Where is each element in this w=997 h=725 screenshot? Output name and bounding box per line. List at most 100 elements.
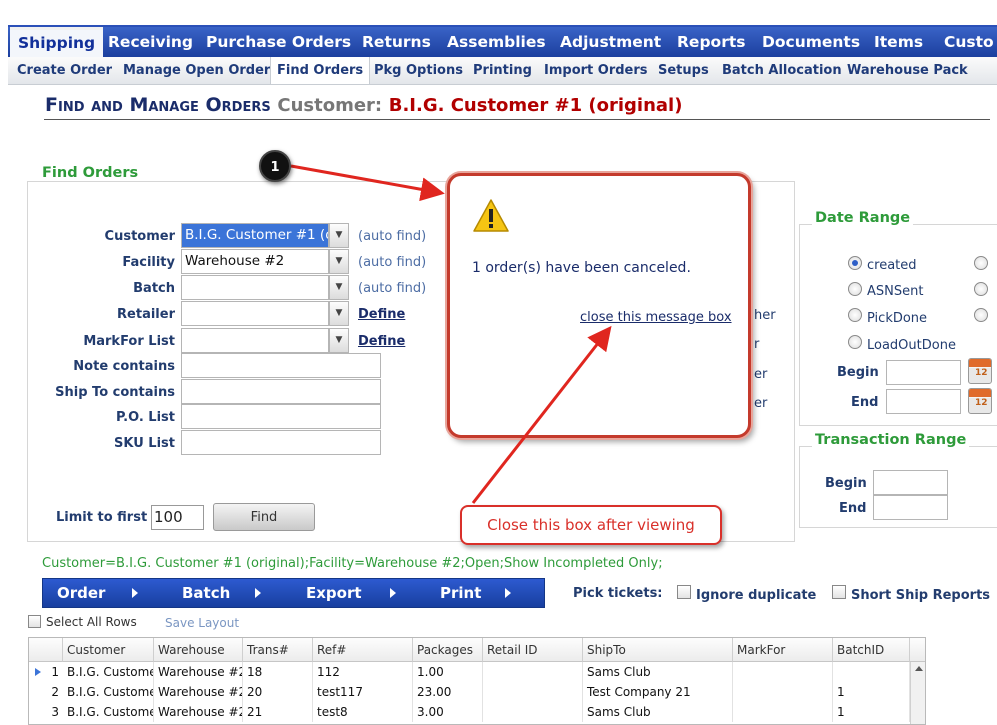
sub-nav-create-order[interactable]: Create Order	[17, 57, 112, 84]
grid-header-customer[interactable]: Customer	[63, 638, 154, 662]
top-nav-documents[interactable]: Documents	[762, 27, 860, 57]
radio-extra-3[interactable]	[974, 308, 988, 322]
top-nav-shipping[interactable]: Shipping	[10, 27, 104, 57]
radio-asnsent[interactable]	[848, 282, 862, 296]
top-nav-purchase-orders[interactable]: Purchase Orders	[206, 27, 351, 57]
retailer-select[interactable]	[181, 301, 329, 326]
batch-dropdown-button[interactable]: ▼	[329, 275, 349, 300]
retailer-dropdown-button[interactable]: ▼	[329, 301, 349, 326]
calendar-icon[interactable]	[968, 358, 992, 384]
sub-nav-warehouse-pack[interactable]: Warehouse Pack	[847, 57, 968, 84]
transaction-begin-input[interactable]	[873, 470, 948, 495]
radio-extra-1[interactable]	[974, 256, 988, 270]
date-begin-input[interactable]	[886, 360, 961, 385]
note-contains-input[interactable]	[181, 353, 381, 378]
radio-created-label: created	[867, 258, 917, 273]
date-begin-label: Begin	[837, 365, 879, 380]
hidden-label-4: er	[754, 396, 768, 411]
limit-input[interactable]: 100	[151, 505, 204, 530]
save-layout-link[interactable]: Save Layout	[165, 616, 239, 630]
top-nav-reports[interactable]: Reports	[677, 27, 745, 57]
grid-header-markfor[interactable]: MarkFor	[733, 638, 833, 662]
transaction-range-legend: Transaction Range	[812, 432, 970, 448]
facility-dropdown-button[interactable]: ▼	[329, 249, 349, 274]
ignore-duplicate-checkbox[interactable]	[677, 585, 691, 599]
grid-header-warehouse[interactable]: Warehouse	[154, 638, 243, 662]
transaction-end-input[interactable]	[873, 495, 948, 520]
action-bar: Order Batch Export Print	[42, 578, 545, 608]
grid-header-trans[interactable]: Trans#	[243, 638, 313, 662]
radio-loadoutdone[interactable]	[848, 335, 862, 349]
sub-nav-import-orders[interactable]: Import Orders	[544, 57, 648, 84]
table-row[interactable]: 3 B.I.G. Custome Warehouse #2 21 test8 3…	[29, 702, 910, 722]
markfor-select[interactable]	[181, 328, 329, 353]
customer-dropdown-button[interactable]: ▼	[329, 223, 349, 248]
step-badge: 1	[259, 150, 291, 182]
cell-customer: B.I.G. Custome	[63, 702, 154, 722]
retailer-define-link[interactable]: Define	[358, 307, 405, 322]
batch-select[interactable]	[181, 275, 329, 300]
grid-scrollbar[interactable]	[910, 662, 925, 724]
po-list-input[interactable]	[181, 404, 381, 429]
grid-header-spacer	[910, 638, 925, 662]
cell-retail-id	[483, 682, 583, 702]
top-nav-customers[interactable]: Custo	[944, 27, 994, 57]
sub-nav-find-orders[interactable]: Find Orders	[270, 57, 371, 84]
close-message-link[interactable]: close this message box	[580, 310, 732, 325]
grid-header-batchid[interactable]: BatchID	[833, 638, 910, 662]
sku-list-input[interactable]	[181, 430, 381, 455]
facility-select[interactable]: Warehouse #2	[181, 249, 329, 274]
ship-to-contains-input[interactable]	[181, 379, 381, 404]
markfor-dropdown-button[interactable]: ▼	[329, 328, 349, 353]
row-number: 3	[51, 705, 59, 719]
action-order[interactable]: Order	[57, 579, 105, 607]
scroll-up-icon[interactable]	[915, 666, 923, 671]
grid-header-shipto[interactable]: ShipTo	[583, 638, 733, 662]
sub-nav-manage-open-order[interactable]: Manage Open Order	[123, 57, 270, 84]
short-ship-reports-label: Short Ship Reports	[851, 588, 991, 603]
orders-grid: Customer Warehouse Trans# Ref# Packages …	[28, 637, 926, 725]
action-print[interactable]: Print	[440, 579, 481, 607]
grid-header-ref[interactable]: Ref#	[313, 638, 413, 662]
cell-retail-id	[483, 662, 583, 682]
top-nav-adjustment[interactable]: Adjustment	[560, 27, 661, 57]
date-end-input[interactable]	[886, 389, 961, 414]
cell-retail-id	[483, 702, 583, 722]
radio-created[interactable]	[848, 256, 862, 270]
table-row[interactable]: 1 B.I.G. Custome Warehouse #2 18 112 1.0…	[29, 662, 910, 682]
annotation-callout: Close this box after viewing	[460, 505, 722, 545]
sub-nav-printing[interactable]: Printing	[473, 57, 532, 84]
sub-nav-batch-allocation[interactable]: Batch Allocation	[722, 57, 842, 84]
action-batch[interactable]: Batch	[182, 579, 230, 607]
action-export[interactable]: Export	[306, 579, 362, 607]
find-button[interactable]: Find	[213, 503, 315, 531]
top-nav-items[interactable]: Items	[874, 27, 923, 57]
cell-warehouse: Warehouse #2	[154, 682, 243, 702]
cell-batchid: 1	[833, 702, 910, 722]
radio-extra-2[interactable]	[974, 282, 988, 296]
cell-customer: B.I.G. Custome	[63, 662, 154, 682]
cell-trans: 18	[243, 662, 313, 682]
top-nav-returns[interactable]: Returns	[362, 27, 431, 57]
cell-customer: B.I.G. Custome	[63, 682, 154, 702]
calendar-icon[interactable]	[968, 388, 992, 414]
top-nav-receiving[interactable]: Receiving	[108, 27, 193, 57]
customer-select[interactable]: B.I.G. Customer #1 (or	[181, 223, 329, 248]
title-divider	[44, 119, 990, 120]
chevron-right-icon	[390, 588, 396, 598]
markfor-define-link[interactable]: Define	[358, 334, 405, 349]
grid-header-packages[interactable]: Packages	[413, 638, 483, 662]
radio-pickdone[interactable]	[848, 308, 862, 322]
sub-nav-pkg-options[interactable]: Pkg Options	[374, 57, 463, 84]
table-row[interactable]: 2 B.I.G. Custome Warehouse #2 20 test117…	[29, 682, 910, 702]
top-nav-assemblies[interactable]: Assemblies	[447, 27, 546, 57]
sub-nav-setups[interactable]: Setups	[658, 57, 709, 84]
cell-markfor	[733, 682, 833, 702]
grid-header-retail-id[interactable]: Retail ID	[483, 638, 583, 662]
cell-warehouse: Warehouse #2	[154, 662, 243, 682]
short-ship-reports-checkbox[interactable]	[832, 585, 846, 599]
page-title: Find and Manage Orders Customer: B.I.G. …	[45, 94, 682, 116]
select-all-checkbox[interactable]	[28, 615, 41, 628]
select-all-label: Select All Rows	[46, 615, 137, 629]
cell-shipto: Sams Club	[583, 662, 733, 682]
